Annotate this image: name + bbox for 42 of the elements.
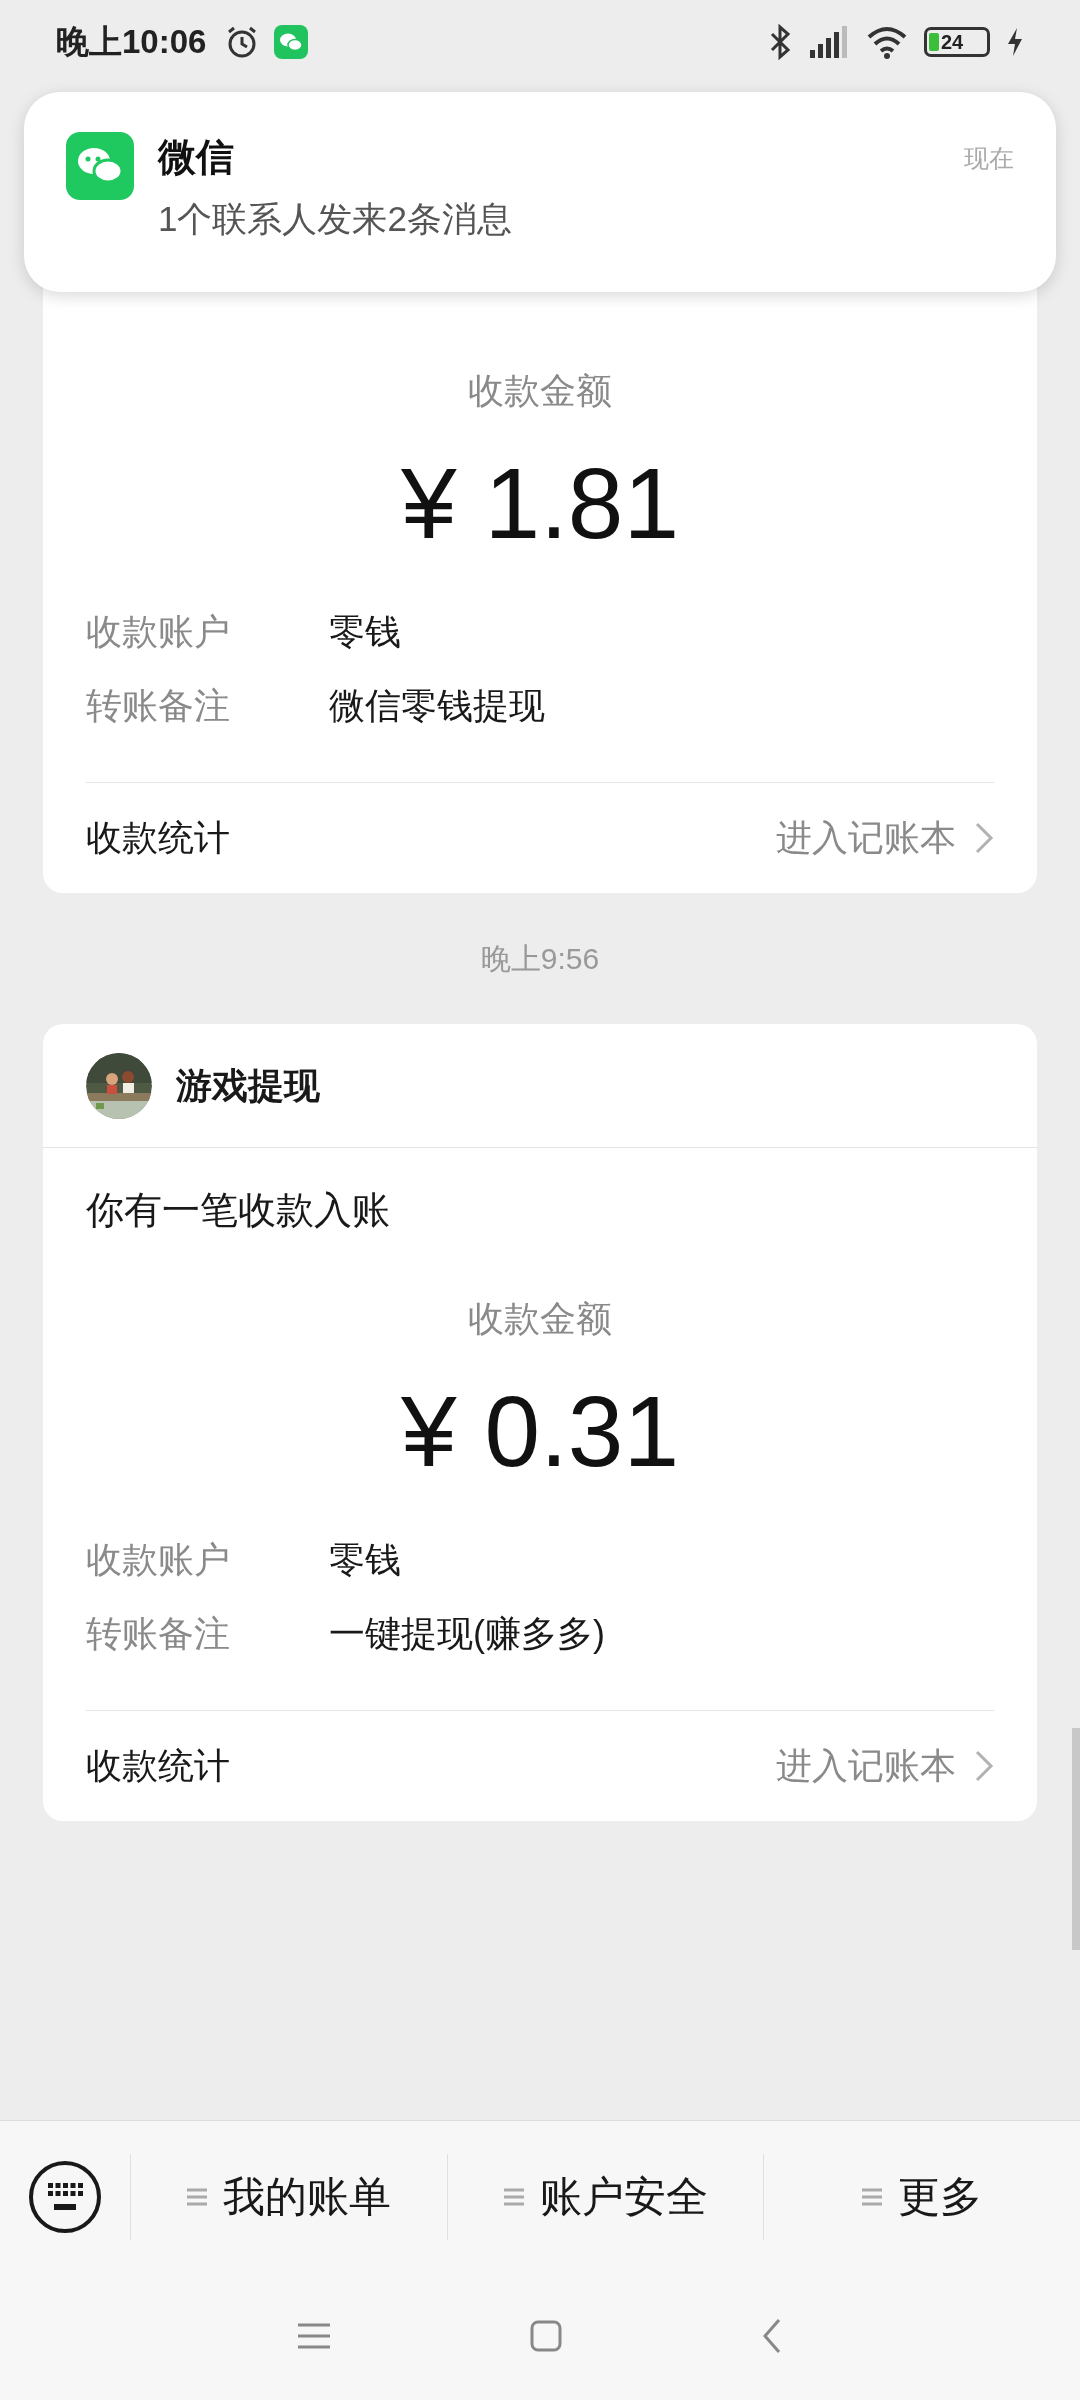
stats-label: 收款统计 <box>86 816 230 860</box>
menu-icon[interactable] <box>298 2322 330 2350</box>
sender-name: 游戏提现 <box>176 1063 320 1108</box>
chat-app-icon <box>66 132 134 200</box>
detail-value: 微信零钱提现 <box>329 684 545 728</box>
detail-label: 转账备注 <box>86 684 231 728</box>
amount-label: 收款金额 <box>467 369 613 413</box>
notification-app-name: 微信 <box>158 135 235 180</box>
keyboard-icon[interactable] <box>28 2159 102 2234</box>
status-time: 晚上10:06 <box>56 22 207 63</box>
menu-button[interactable]: 账户安全 <box>446 2153 764 2240</box>
stats-label: 收款统计 <box>86 1744 230 1788</box>
bluetooth-icon <box>768 24 792 60</box>
signal-icon <box>808 24 850 60</box>
charging-icon <box>1006 27 1024 57</box>
notification-message: 1个联系人发来2条消息 <box>158 198 512 240</box>
amount: ¥ 0.31 <box>400 1374 680 1489</box>
battery-level: 24 <box>941 32 964 52</box>
home-icon[interactable] <box>530 2320 562 2352</box>
wifi-icon <box>866 25 908 59</box>
menu-icon <box>862 2186 883 2207</box>
chevron-right-icon <box>974 1749 994 1783</box>
detail-label: 收款账户 <box>86 1538 231 1582</box>
amount: ¥ 1.81 <box>400 446 680 561</box>
menu-button[interactable]: 更多 <box>763 2153 1080 2240</box>
detail-label: 转账备注 <box>86 1612 231 1656</box>
detail-value: 一键提现(赚多多) <box>329 1612 605 1656</box>
back-icon[interactable] <box>762 2318 782 2354</box>
menu-icon <box>503 2186 524 2207</box>
menu-icon <box>186 2186 207 2207</box>
message-time: 晚上9:56 <box>480 941 600 977</box>
detail-value: 零钱 <box>329 610 401 654</box>
chat-app-icon <box>274 25 309 59</box>
detail-value: 零钱 <box>329 1538 401 1582</box>
menu-button[interactable]: 我的账单 <box>130 2153 447 2240</box>
card-title: 你有一笔收款入账 <box>86 1188 391 1233</box>
notification-banner[interactable]: 微信 1个联系人发来2条消息 现在 <box>24 92 1056 292</box>
battery-fill <box>929 33 939 51</box>
chevron-right-icon <box>974 821 994 855</box>
detail-label: 收款账户 <box>86 610 231 654</box>
amount-label: 收款金额 <box>467 1297 613 1341</box>
notification-time: 现在 <box>964 143 1014 174</box>
